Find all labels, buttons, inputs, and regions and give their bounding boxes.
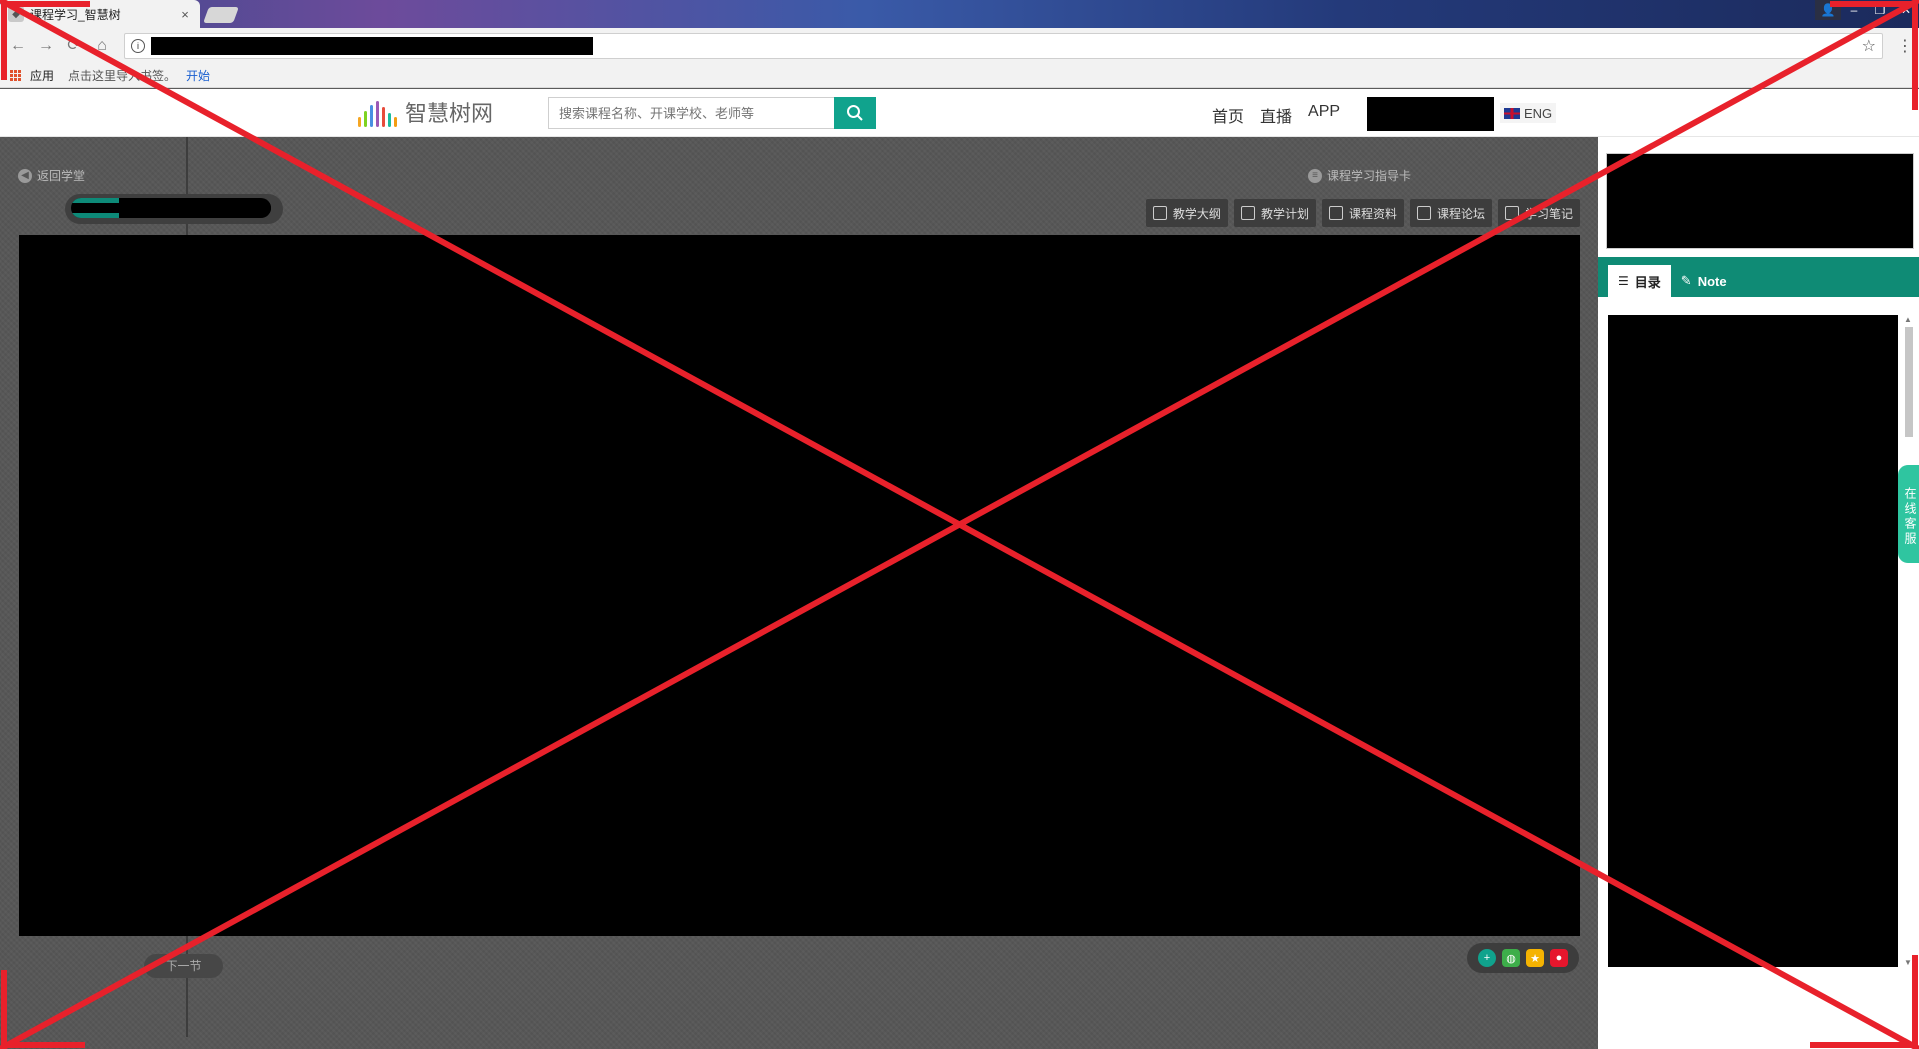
weibo-icon[interactable]: ● [1550,949,1568,967]
language-label: ENG [1524,105,1553,121]
panel-tabs: ☰ 目录 ✎ Note [1598,257,1919,297]
bookmark-import-hint[interactable]: 点击这里导入书签。 [68,67,176,84]
course-forum-button[interactable]: 课程论坛 [1409,199,1492,227]
uk-flag-icon [1504,107,1520,119]
forward-icon[interactable]: → [34,34,58,58]
tab-note-label: Note [1697,273,1727,289]
right-panel: ☰ 目录 ✎ Note ▲ ▼ [1598,137,1919,1049]
syllabus-label: 教学大纲 [1172,206,1221,221]
reload-icon[interactable]: ⟳ [62,34,86,58]
apps-grid-icon[interactable] [10,69,22,82]
note-edit-icon: ✎ [1680,273,1692,288]
site-logo[interactable]: 智慧树网 [358,99,493,127]
scroll-down-icon[interactable]: ▼ [1904,958,1912,967]
browser-tabstrip: ◆ 课程学习_智慧树 × 👤 – ❐ ✕ [0,0,1919,28]
search-icon [847,105,863,121]
qzone-icon[interactable]: ★ [1526,949,1544,967]
site-header: 智慧树网 首页 直播 APP ENG [0,89,1919,137]
back-to-classroom-link[interactable]: ◀ 返回学堂 [18,167,85,184]
study-notes-label: 学习笔记 [1524,206,1573,221]
nav-home[interactable]: 首页 [1212,103,1244,127]
minimize-button[interactable]: – [1841,0,1867,20]
bookmark-star-icon[interactable]: ☆ [1862,36,1876,56]
online-service-button[interactable]: 在线客服 [1898,465,1919,563]
course-toolbar: 教学大纲 教学计划 课程资料 课程论坛 学习笔记 [1145,199,1580,227]
browser-menu-icon[interactable]: ⋮ [1897,36,1913,56]
course-info-redacted [1606,153,1914,249]
site-nav: 首页 直播 APP [1212,103,1340,127]
study-notes-button[interactable]: 学习笔记 [1497,199,1580,227]
course-materials-label: 课程资料 [1348,206,1397,221]
window-controls: 👤 – ❐ ✕ [1815,0,1919,24]
search-input[interactable] [548,97,834,129]
study-guide-link[interactable]: ≡ 课程学习指导卡 [1308,167,1411,184]
chat-icon [1416,206,1431,220]
plus-share-icon[interactable]: + [1478,949,1496,967]
list-icon: ☰ [1618,274,1629,288]
home-icon[interactable]: ⌂ [90,34,114,58]
bookmarks-bar: 应用 点击这里导入书签。 开始 [0,64,1919,88]
new-tab-button[interactable] [203,7,239,23]
browser-toolbar: ← → ⟳ ⌂ i ☆ ⋮ [0,28,1919,64]
scroll-up-icon[interactable]: ▲ [1904,315,1912,324]
course-main-area: ◀ 返回学堂 ≡ 课程学习指导卡 教学大纲 教学计划 课程资料 课程论坛 学习笔… [0,137,1598,1049]
favicon-icon: ◆ [8,6,24,22]
url-redacted[interactable] [150,37,593,55]
progress-bar [71,198,271,218]
tab-close-icon[interactable]: × [178,7,192,22]
maximize-button[interactable]: ❐ [1867,0,1893,20]
teaching-plan-button[interactable]: 教学计划 [1233,199,1316,227]
calendar-icon [1240,206,1255,220]
next-section-button[interactable]: 下一节 [144,954,223,978]
course-materials-button[interactable]: 课程资料 [1321,199,1404,227]
tab-note[interactable]: ✎ Note [1671,265,1737,297]
tab-catalog-label: 目录 [1634,274,1661,290]
nav-app[interactable]: APP [1308,103,1340,127]
tab-catalog[interactable]: ☰ 目录 [1608,265,1671,297]
guide-label: 课程学习指导卡 [1327,169,1412,183]
nav-live[interactable]: 直播 [1260,103,1292,127]
course-progress-pill [65,194,283,224]
tab-title: 课程学习_智慧树 [30,7,121,22]
syllabus-button[interactable]: 教学大纲 [1145,199,1228,227]
catalog-list-redacted[interactable] [1608,315,1898,967]
logo-text: 智慧树网 [405,101,494,126]
folder-icon [1328,206,1343,220]
user-account-redacted[interactable] [1367,97,1494,131]
back-label: 返回学堂 [37,169,86,183]
close-window-button[interactable]: ✕ [1893,0,1919,20]
address-bar[interactable]: i ☆ [123,33,1883,59]
bookmark-apps[interactable]: 应用 [30,67,54,84]
scrollbar-thumb[interactable] [1905,327,1913,437]
bookmark-start-link[interactable]: 开始 [186,67,210,84]
search-button[interactable] [834,97,876,129]
catalog-scrollbar[interactable]: ▲ ▼ [1903,315,1915,967]
site-info-icon[interactable]: i [130,39,145,53]
profile-icon[interactable]: 👤 [1815,0,1841,20]
browser-tab[interactable]: ◆ 课程学习_智慧树 × [0,0,200,28]
back-icon[interactable]: ← [6,34,30,58]
share-bar: + ◍ ★ ● [1467,943,1579,973]
book-icon [1152,206,1167,220]
course-forum-label: 课程论坛 [1436,206,1485,221]
wechat-icon[interactable]: ◍ [1502,949,1520,967]
edit-icon [1504,206,1519,220]
teaching-plan-label: 教学计划 [1260,206,1309,221]
progress-redacted [71,203,271,213]
language-switch[interactable]: ENG [1500,103,1557,123]
video-player[interactable] [19,235,1580,936]
logo-bars-icon [358,101,397,127]
guide-card-icon: ≡ [1308,168,1322,183]
site-search [548,97,876,129]
back-arrow-icon: ◀ [18,168,32,183]
